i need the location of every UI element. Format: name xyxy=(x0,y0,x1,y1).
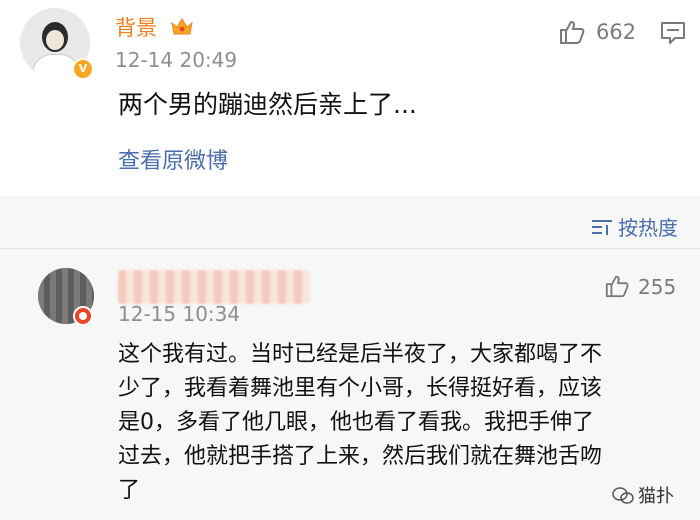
post-author-name[interactable]: 背景 xyxy=(115,12,157,42)
commenter-name-blurred[interactable] xyxy=(118,270,310,304)
comment-line: 过去，他就把手搭了上来，然后我们就在舞池舌吻 xyxy=(118,444,603,469)
watermark: 猫扑 xyxy=(612,482,674,508)
comment-line: 这个我有过。当时已经是后半夜了，大家都喝了不 xyxy=(118,342,603,367)
comment-like-count: 255 xyxy=(638,275,677,299)
divider xyxy=(0,248,700,249)
sort-label: 按热度 xyxy=(618,216,678,240)
crown-icon xyxy=(171,18,193,35)
wechat-icon xyxy=(612,487,634,504)
thumbs-up-icon[interactable] xyxy=(604,273,630,299)
thumbs-up-icon[interactable] xyxy=(558,18,586,46)
comment-time: 12-15 10:34 xyxy=(118,302,241,326)
sort-by-hot-button[interactable]: 按热度 xyxy=(590,212,678,241)
comment-icon[interactable] xyxy=(660,21,686,45)
post-like-count: 662 xyxy=(596,20,637,44)
comment-line: 是0，多看了他几眼，他也看了看我。我把手伸了 xyxy=(118,410,594,435)
comment-line: 了 xyxy=(118,478,141,503)
sort-icon xyxy=(592,220,612,235)
post-text: 两个男的蹦迪然后亲上了... xyxy=(118,90,417,119)
red-badge-icon xyxy=(73,306,93,326)
post-card: V 背景 12-14 20:49 662 两个男的蹦迪然后亲上了... 查看原微… xyxy=(0,0,700,196)
view-original-link[interactable]: 查看原微博 xyxy=(118,143,228,175)
watermark-text: 猫扑 xyxy=(638,486,674,507)
comment-line: 少了，我看着舞池里有个小哥，长得挺好看，应该 xyxy=(118,376,603,401)
comment-text: 这个我有过。当时已经是后半夜了，大家都喝了不 少了，我看着舞池里有个小哥，长得挺… xyxy=(118,338,678,508)
v-badge-icon: V xyxy=(72,58,94,80)
post-time: 12-14 20:49 xyxy=(115,48,238,72)
